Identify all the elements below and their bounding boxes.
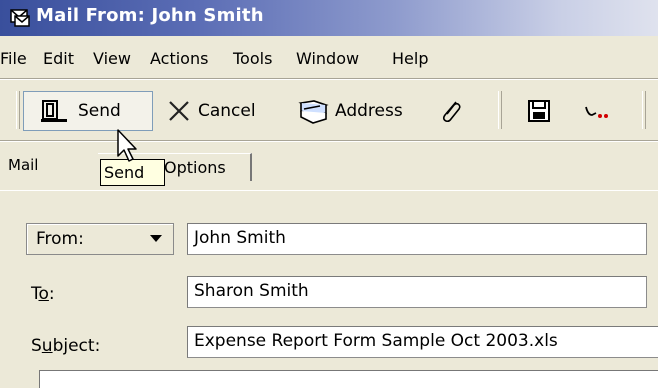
menu-file[interactable]: File <box>0 49 27 68</box>
address-label: Address <box>335 101 403 121</box>
to-label: To: <box>31 284 55 304</box>
menu-bar: File Edit View Actions Tools Window Help <box>0 44 658 72</box>
send-button[interactable]: Send <box>23 91 153 131</box>
attachment-icon <box>442 101 461 123</box>
from-label: From: <box>36 229 84 249</box>
toolbar: Send Cancel Address <box>0 83 658 139</box>
menu-window[interactable]: Window <box>296 49 359 68</box>
save-icon <box>528 100 550 122</box>
tab-options-label: Options <box>164 158 226 177</box>
message-body[interactable] <box>39 370 658 388</box>
chevron-down-icon <box>150 235 162 242</box>
send-label: Send <box>78 101 121 121</box>
attach-button[interactable] <box>438 91 464 131</box>
menu-actions[interactable]: Actions <box>150 49 208 68</box>
toolbar-grip[interactable] <box>16 91 20 129</box>
signature-button[interactable] <box>583 91 613 131</box>
title-bar: Mail From: John Smith <box>0 0 658 36</box>
signature-icon <box>585 106 608 118</box>
subject-label: Subject: <box>31 336 101 356</box>
address-button[interactable]: Address <box>298 91 403 131</box>
mail-window-icon <box>10 9 30 27</box>
window-title: Mail From: John Smith <box>36 5 264 26</box>
menu-help[interactable]: Help <box>392 49 428 68</box>
menu-separator <box>0 78 658 80</box>
cancel-icon <box>169 101 189 121</box>
toolbar-separator-2 <box>642 91 646 129</box>
save-button[interactable] <box>527 91 551 131</box>
to-field[interactable]: Sharon Smith <box>187 276 647 308</box>
menu-tools[interactable]: Tools <box>233 49 272 68</box>
toolbar-separator <box>498 91 502 129</box>
tab-strip: Mail Options <box>0 139 658 189</box>
cancel-label: Cancel <box>198 101 256 121</box>
from-field[interactable]: John Smith <box>187 223 647 255</box>
menu-edit[interactable]: Edit <box>43 49 74 68</box>
tab-mail[interactable]: Mail <box>8 156 38 174</box>
menu-view[interactable]: View <box>93 49 131 68</box>
cancel-button[interactable]: Cancel <box>166 91 256 131</box>
address-book-icon <box>298 100 329 124</box>
subject-field[interactable]: Expense Report Form Sample Oct 2003.xls <box>187 326 658 358</box>
send-icon <box>41 100 67 122</box>
mouse-cursor-icon <box>117 129 137 162</box>
